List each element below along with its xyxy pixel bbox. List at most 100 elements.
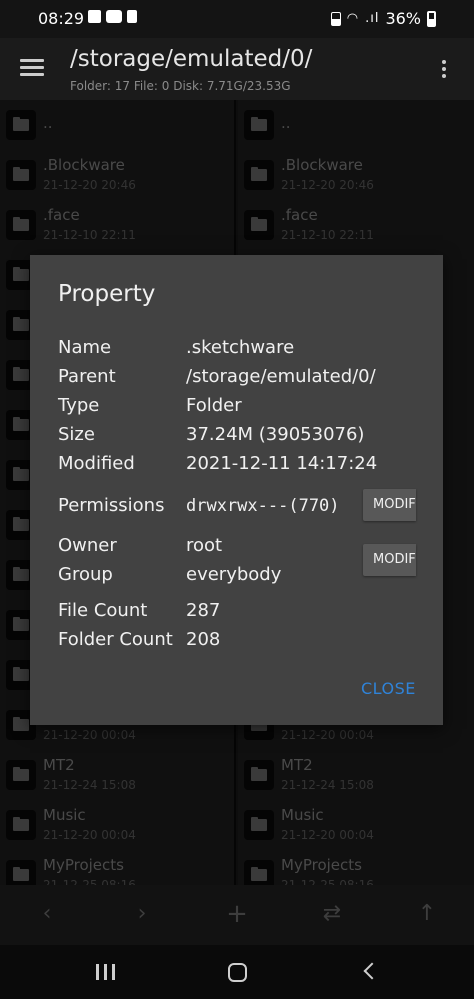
folder-icon: [244, 760, 274, 790]
file-name: .face: [43, 206, 80, 224]
wifi-icon: ◠: [346, 11, 360, 26]
file-date: 21-12-20 00:04: [43, 728, 136, 742]
file-name: Music: [43, 806, 86, 824]
folder-count-value: 208: [186, 629, 221, 650]
group-label: Group: [58, 564, 113, 585]
file-date: 21-12-24 15:08: [43, 778, 136, 792]
list-item[interactable]: Music 21-12-20 00:04: [238, 800, 474, 850]
folder-icon: [244, 810, 274, 840]
file-name: Music: [281, 806, 324, 824]
status-bar: 08:29 ◠ .ıl 36%: [0, 0, 474, 38]
home-icon[interactable]: [228, 963, 247, 982]
modify-owner-button[interactable]: MODIFY: [363, 544, 416, 576]
list-item[interactable]: .face 21-12-10 22:11: [238, 200, 474, 250]
file-name: .Blockware: [43, 156, 125, 174]
file-name: MT2: [43, 756, 75, 774]
file-name: .Blockware: [281, 156, 363, 174]
owner-value: root: [186, 535, 223, 556]
file-name: ..: [281, 114, 291, 132]
property-dialog: Property Name .sketchware Parent /storag…: [30, 255, 443, 725]
status-time: 08:29: [38, 9, 85, 28]
type-label: Type: [58, 395, 100, 416]
file-name: MyProjects: [281, 856, 362, 874]
signal-icon: .ıl: [365, 11, 380, 26]
file-date: 21-12-20 00:04: [43, 828, 136, 842]
folder-icon: [6, 160, 36, 190]
list-item[interactable]: MT2 21-12-24 15:08: [238, 750, 474, 800]
notification-icons: [88, 10, 137, 23]
list-item[interactable]: MyProjects 21-12-25 08:16: [238, 850, 474, 885]
back-arrow-icon[interactable]: ‹: [32, 899, 62, 929]
forward-arrow-icon[interactable]: ›: [127, 899, 157, 929]
group-value: everybody: [186, 564, 282, 585]
list-item[interactable]: .Blockware 21-12-20 20:46: [0, 150, 234, 200]
file-name: .face: [281, 206, 318, 224]
file-date: 21-12-10 22:11: [281, 228, 374, 242]
folder-count-label: Folder Count: [58, 629, 173, 650]
parent-value: /storage/emulated/0/: [186, 366, 376, 387]
battery-icon: [427, 10, 436, 27]
size-label: Size: [58, 424, 95, 445]
size-value: 37.24M (39053076): [186, 424, 365, 445]
folder-icon: [244, 860, 274, 885]
file-date: 21-12-24 15:08: [281, 778, 374, 792]
file-count-label: File Count: [58, 600, 148, 621]
swap-panes-icon[interactable]: ⇄: [317, 899, 347, 929]
owner-label: Owner: [58, 535, 117, 556]
file-date: 21-12-25 08:16: [43, 878, 136, 885]
folder-disk-info: Folder: 17 File: 0 Disk: 7.71G/23.53G: [70, 79, 291, 93]
list-item[interactable]: ..: [238, 100, 474, 150]
file-date: 21-12-20 00:04: [281, 828, 374, 842]
permissions-value: drwxrwx---(770): [186, 496, 340, 516]
folder-icon: [6, 210, 36, 240]
up-arrow-icon[interactable]: ↑: [412, 899, 442, 929]
battery-percent: 36%: [385, 9, 421, 28]
file-name: MT2: [281, 756, 313, 774]
file-date: 21-12-20 20:46: [281, 178, 374, 192]
folder-icon: [244, 210, 274, 240]
name-value: .sketchware: [186, 337, 295, 358]
menu-icon[interactable]: [20, 59, 44, 77]
current-path: /storage/emulated/0/: [70, 46, 313, 72]
folder-icon: [244, 160, 274, 190]
system-navigation-bar: [0, 945, 474, 999]
file-name: MyProjects: [43, 856, 124, 874]
close-button[interactable]: CLOSE: [361, 679, 416, 698]
type-value: Folder: [186, 395, 242, 416]
list-item[interactable]: MyProjects 21-12-25 08:16: [0, 850, 234, 885]
youtube-notification-icon: [106, 10, 122, 23]
file-date: 21-12-20 20:46: [43, 178, 136, 192]
file-date: 21-12-10 22:11: [43, 228, 136, 242]
folder-icon: [6, 810, 36, 840]
file-count-value: 287: [186, 600, 221, 621]
list-item[interactable]: Music 21-12-20 00:04: [0, 800, 234, 850]
bottom-action-bar: ‹ › + ⇄ ↑: [0, 885, 474, 945]
overflow-menu-icon[interactable]: [441, 60, 447, 80]
list-item[interactable]: .face 21-12-10 22:11: [0, 200, 234, 250]
gallery-notification-icon: [88, 10, 101, 23]
dialog-title: Property: [58, 281, 156, 307]
folder-icon: [244, 110, 274, 140]
recent-apps-icon[interactable]: [96, 964, 115, 980]
system-status-icons: ◠ .ıl 36%: [330, 9, 436, 28]
list-item[interactable]: MT2 21-12-24 15:08: [0, 750, 234, 800]
name-label: Name: [58, 337, 112, 358]
folder-icon: [6, 760, 36, 790]
file-date: 21-12-20 00:04: [281, 728, 374, 742]
list-item[interactable]: .Blockware 21-12-20 20:46: [238, 150, 474, 200]
modify-permissions-button[interactable]: MODIFY: [363, 489, 416, 521]
permissions-label: Permissions: [58, 495, 165, 516]
add-icon[interactable]: +: [222, 899, 252, 929]
app-toolbar: /storage/emulated/0/ Folder: 17 File: 0 …: [0, 38, 474, 100]
battery-saver-icon: [330, 11, 341, 26]
sd-card-notification-icon: [127, 10, 137, 23]
parent-label: Parent: [58, 366, 116, 387]
back-icon[interactable]: [363, 962, 381, 980]
file-date: 21-12-25 08:16: [281, 878, 374, 885]
modified-value: 2021-12-11 14:17:24: [186, 453, 378, 474]
folder-icon: [6, 110, 36, 140]
modified-label: Modified: [58, 453, 135, 474]
file-name: ..: [43, 114, 53, 132]
list-item[interactable]: ..: [0, 100, 234, 150]
folder-icon: [6, 860, 36, 885]
